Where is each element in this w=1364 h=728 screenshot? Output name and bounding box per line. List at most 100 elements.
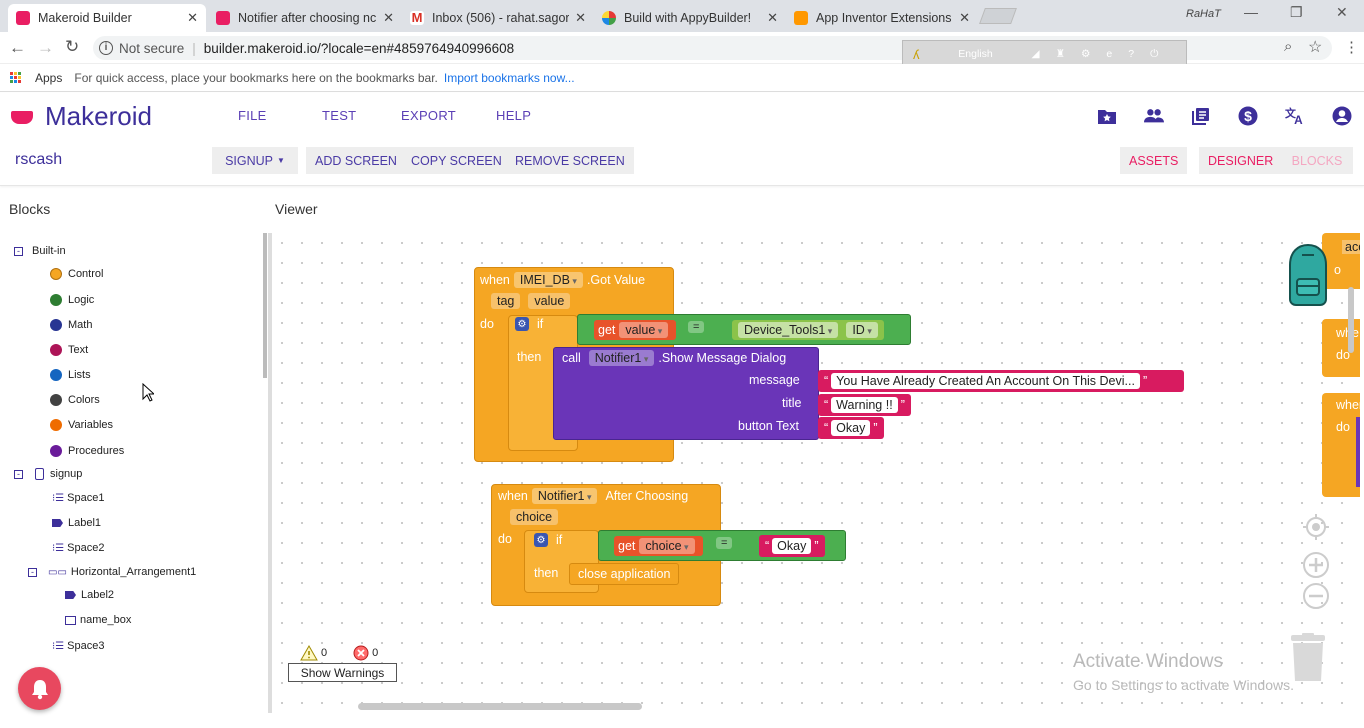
okay-text[interactable]: Okay [772, 538, 812, 554]
get-choice-block[interactable]: get choice [614, 536, 703, 556]
close-icon[interactable]: ✕ [959, 10, 970, 26]
minimize-icon[interactable]: — [1244, 4, 1258, 20]
brush-icon[interactable]: ♜ [1056, 48, 1065, 60]
restore-icon[interactable]: ❐ [1290, 4, 1303, 21]
power-icon[interactable]: ⏻ [1150, 48, 1158, 61]
add-screen-button[interactable]: ADD SCREEN [306, 147, 406, 174]
app-logo-text[interactable]: Makeroid [45, 101, 152, 132]
panel-resize-handle[interactable] [263, 233, 267, 378]
imei-db-dropdown[interactable]: IMEI_DB [513, 272, 583, 288]
category-lists[interactable]: Lists [50, 369, 91, 381]
menu-help[interactable]: HELP [496, 108, 531, 123]
tab-extensions[interactable]: App Inventor Extensions ✕ [786, 4, 978, 32]
recenter-icon[interactable] [1302, 513, 1330, 541]
close-application-block[interactable]: close application [569, 563, 680, 585]
tree-label1[interactable]: Label1 [52, 517, 101, 529]
designer-button[interactable]: DESIGNER [1199, 147, 1283, 174]
button-text-block[interactable]: “Okay” [818, 417, 884, 439]
apps-grid-icon[interactable] [10, 72, 21, 83]
device-tools-dropdown[interactable]: Device_Tools1 [738, 322, 839, 338]
offscreen-block-2[interactable]: whe do [1322, 319, 1360, 377]
forward-icon[interactable]: → [37, 38, 54, 58]
menu-file[interactable]: FILE [238, 108, 267, 123]
my-projects-icon[interactable] [1097, 106, 1117, 126]
new-tab-button[interactable] [979, 8, 1017, 24]
category-text[interactable]: Text [50, 344, 88, 356]
apps-link[interactable]: Apps [35, 71, 62, 85]
star-icon[interactable]: ☆ [1308, 37, 1322, 57]
collapse-icon[interactable]: - [28, 567, 37, 577]
search-icon[interactable]: ⌕ [1284, 38, 1292, 55]
account-icon[interactable] [1332, 106, 1352, 126]
param-choice[interactable]: choice [510, 509, 559, 525]
import-bookmarks-link[interactable]: Import bookmarks now... [444, 71, 575, 85]
close-icon[interactable]: ✕ [575, 10, 586, 26]
menu-export[interactable]: EXPORT [401, 108, 456, 123]
tab-notifier[interactable]: Notifier after choosing nc ✕ [208, 4, 402, 32]
message-text-block[interactable]: “You Have Already Created An Account On … [818, 370, 1184, 392]
notifier1-event-dropdown[interactable]: Notifier1 [531, 488, 598, 504]
notifier1-dropdown[interactable]: Notifier1 [588, 350, 655, 366]
close-icon[interactable]: ✕ [187, 10, 198, 26]
offscreen-block-3[interactable]: when do [1322, 393, 1360, 497]
speaker-icon[interactable]: ◢ [1032, 48, 1040, 60]
browser-menu-icon[interactable]: ⋮ [1344, 38, 1359, 56]
language-select[interactable]: English [936, 48, 1016, 60]
tree-space2[interactable]: ⁝☰ Space2 [52, 542, 104, 554]
collapse-icon[interactable]: - [14, 246, 23, 256]
id-property-dropdown[interactable]: ID [846, 322, 878, 338]
collapse-icon[interactable]: - [14, 469, 23, 479]
horizontal-scrollbar[interactable] [358, 703, 642, 710]
remove-screen-button[interactable]: REMOVE SCREEN [506, 147, 634, 174]
language-icon[interactable]: 文A [1285, 106, 1305, 126]
tab-makeroid-builder[interactable]: Makeroid Builder ✕ [8, 4, 206, 32]
title-text[interactable]: Warning !! [831, 397, 898, 413]
zoom-in-icon[interactable] [1302, 551, 1330, 579]
mutator-gear-icon[interactable]: ⚙ [534, 533, 548, 547]
equals-operator-dropdown-2[interactable]: = [716, 537, 733, 549]
window-close-icon[interactable]: ✕ [1336, 4, 1348, 21]
settings-icon[interactable]: ⚙ [1081, 48, 1090, 60]
profile-name[interactable]: RaHaT [1186, 8, 1221, 20]
tree-space1[interactable]: ⁝☰ Space1 [52, 492, 104, 504]
close-icon[interactable]: ✕ [767, 10, 778, 26]
blocks-button[interactable]: BLOCKS [1281, 147, 1353, 174]
reload-icon[interactable]: ↻ [65, 37, 79, 57]
library-icon[interactable] [1191, 106, 1211, 126]
category-variables[interactable]: Variables [50, 419, 113, 431]
button-text[interactable]: Okay [831, 420, 871, 436]
copy-screen-button[interactable]: COPY SCREEN [402, 147, 511, 174]
show-warnings-button[interactable]: Show Warnings [288, 663, 397, 682]
tree-space3[interactable]: ⁝☰ Space3 [52, 640, 104, 652]
category-logic[interactable]: Logic [50, 294, 94, 306]
people-icon[interactable] [1144, 106, 1164, 126]
tree-label2[interactable]: Label2 [65, 589, 114, 601]
tree-name-box[interactable]: name_box [65, 614, 131, 626]
blocks-workspace[interactable]: when IMEI_DB .Got Value tag value do ⚙ i… [268, 233, 1360, 713]
tab-inbox[interactable]: M Inbox (506) - rahat.sagor ✕ [402, 4, 594, 32]
help-icon[interactable]: ? [1128, 48, 1134, 60]
notification-bell-button[interactable] [18, 667, 61, 710]
tree-builtin[interactable]: - Built-in [14, 245, 66, 257]
ie-icon[interactable]: e [1106, 48, 1112, 60]
device-tools-id-block[interactable]: Device_Tools1 ID [732, 320, 884, 340]
var-value-dropdown[interactable]: value [619, 322, 669, 338]
tree-screen-signup[interactable]: - signup [14, 468, 82, 480]
trash-icon[interactable] [1288, 633, 1328, 683]
category-colors[interactable]: Colors [50, 394, 100, 406]
okay-text-block[interactable]: “Okay” [759, 535, 825, 557]
category-control[interactable]: Control [50, 268, 103, 280]
var-choice-dropdown[interactable]: choice [639, 538, 695, 554]
category-math[interactable]: Math [50, 319, 92, 331]
param-value[interactable]: value [528, 293, 571, 309]
screen-select[interactable]: SIGNUP ▼ [212, 147, 298, 174]
translate-icon[interactable]: ʎ [913, 47, 920, 62]
url-text[interactable]: builder.makeroid.io/?locale=en#485976494… [204, 41, 514, 56]
back-icon[interactable]: ← [9, 38, 26, 58]
assets-button[interactable]: ASSETS [1120, 147, 1188, 174]
vertical-scrollbar[interactable] [1348, 287, 1354, 353]
get-value-block[interactable]: get value [594, 320, 677, 340]
backpack-icon[interactable] [1278, 243, 1340, 307]
mutator-gear-icon[interactable]: ⚙ [515, 317, 529, 331]
info-icon[interactable]: i [99, 41, 113, 55]
